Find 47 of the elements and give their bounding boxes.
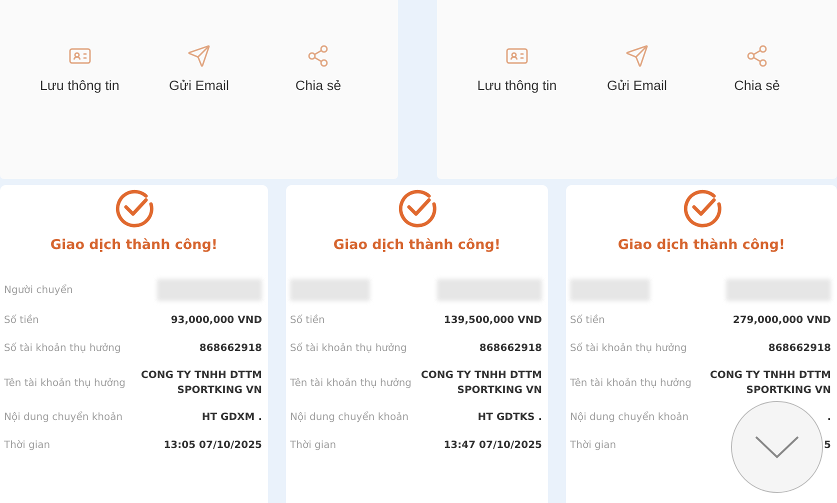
share-icon	[306, 44, 330, 68]
field-value: HT GDXM .	[202, 411, 262, 425]
field-label: Người chuyển	[4, 284, 73, 296]
field-label: Tên tài khoản thụ hưởng	[290, 378, 412, 388]
field-label: Số tiền	[570, 315, 605, 326]
field-value: .	[827, 411, 831, 425]
check-circle-icon	[113, 187, 155, 229]
action-button[interactable]: Chia sẻ	[273, 44, 364, 95]
paper-plane-icon	[625, 44, 649, 68]
action-button[interactable]: Gửi Email	[154, 44, 244, 95]
field-value: 5	[824, 439, 831, 453]
field-label: Số tài khoản thụ hưởng	[4, 343, 121, 354]
field-label: Số tiền	[290, 315, 325, 326]
chevron-down-icon	[754, 435, 800, 459]
field-label: Tên tài khoản thụ hưởng	[4, 378, 126, 388]
action-button[interactable]: Lưu thông tin	[472, 44, 562, 95]
field-label: Nội dung chuyển khoản	[290, 412, 409, 423]
action-button[interactable]: Lưu thông tin	[34, 44, 125, 95]
field-label: Thời gian	[290, 440, 336, 451]
field-value: 139,500,000 VND	[444, 314, 542, 328]
success-title: Giao dịch thành công!	[333, 237, 501, 253]
paper-plane-icon	[186, 44, 211, 68]
share-icon	[745, 44, 769, 68]
action-button[interactable]: Gửi Email	[592, 44, 682, 95]
action-button[interactable]: Chia sẻ	[712, 44, 802, 95]
field-value: CONG TY TNHH DTTM SPORTKING VN	[141, 369, 262, 398]
field-label: Thời gian	[570, 440, 616, 451]
field-label: Số tài khoản thụ hưởng	[290, 343, 407, 354]
field-value: CONG TY TNHH DTTM SPORTKING VN	[710, 369, 831, 398]
field-label: Nội dung chuyển khoản	[570, 412, 689, 423]
field-label: Nội dung chuyển khoản	[4, 412, 123, 423]
success-title: Giao dịch thành công!	[618, 237, 786, 253]
field-value: 868662918	[479, 342, 542, 356]
field-label: Tên tài khoản thụ hưởng	[570, 378, 692, 388]
check-circle-icon	[396, 187, 438, 229]
field-value: 13:05 07/10/2025	[164, 439, 262, 453]
success-title: Giao dịch thành công!	[50, 237, 218, 253]
field-value: 13:47 07/10/2025	[444, 439, 542, 453]
field-value: 279,000,000 VND	[732, 314, 831, 328]
field-value: HT GDTKS .	[478, 411, 542, 425]
field-label: Số tiền	[4, 315, 39, 326]
field-label: Số tài khoản thụ hưởng	[570, 343, 687, 354]
field-value: CONG TY TNHH DTTM SPORTKING VN	[421, 369, 542, 398]
field-value: 868662918	[768, 342, 831, 356]
field-label: Thời gian	[4, 440, 50, 451]
field-value: 868662918	[199, 342, 262, 356]
field-value: 93,000,000 VND	[170, 314, 262, 328]
